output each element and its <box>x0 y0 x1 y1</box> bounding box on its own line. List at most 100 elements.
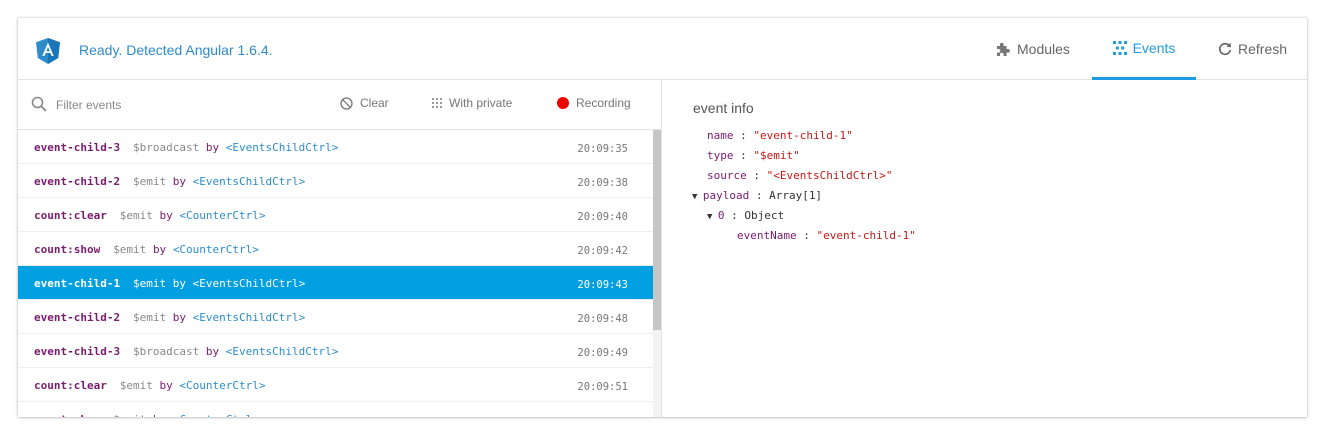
event-timestamp: 20:09:35 <box>577 143 628 155</box>
event-timestamp: 20:09:42 <box>577 245 628 257</box>
with-private-toggle[interactable]: With private <box>432 96 512 110</box>
event-target-link[interactable]: <EventsChildCtrl> <box>193 175 306 188</box>
tab-modules[interactable]: Modules <box>995 18 1070 80</box>
event-target-link[interactable]: <CounterCtrl> <box>173 413 259 417</box>
event-type: $emit <box>119 209 153 222</box>
tab-events-label: Events <box>1132 39 1176 56</box>
event-type: $broadcast <box>133 345 200 358</box>
event-by: by <box>172 175 186 188</box>
angular-logo-icon <box>36 38 60 64</box>
event-timestamp: 20:09:40 <box>577 211 628 223</box>
tab-refresh[interactable]: Refresh <box>1218 18 1287 80</box>
tab-modules-label: Modules <box>1017 41 1070 57</box>
event-detail: $emit by <EventsChildCtrl> <box>133 277 305 290</box>
event-info-panel: event info name : "event-child-1" type :… <box>662 80 1307 417</box>
events-toolbar: Clear With private Recording <box>18 80 661 130</box>
event-detail: $emit by <EventsChildCtrl> <box>133 175 305 188</box>
refresh-icon <box>1218 42 1232 56</box>
detection-status: Ready. Detected Angular 1.6.4. <box>79 42 273 58</box>
event-timestamp: 20:09:51 <box>577 381 628 393</box>
event-detail: $broadcast by <EventsChildCtrl> <box>133 141 338 154</box>
event-name: count:clear <box>34 379 107 392</box>
event-row[interactable]: count:show $emit by <CounterCtrl> <box>18 402 653 417</box>
event-detail: $emit by <EventsChildCtrl> <box>133 311 305 324</box>
event-by: by <box>172 277 186 290</box>
event-target-link[interactable]: <CounterCtrl> <box>173 243 259 256</box>
clear-button[interactable]: Clear <box>340 96 389 110</box>
event-by: by <box>152 243 167 256</box>
event-type: $emit <box>113 413 146 417</box>
devtools-panel: Ready. Detected Angular 1.6.4. Modules E… <box>18 18 1307 417</box>
event-by: by <box>153 413 166 417</box>
event-name: event-child-2 <box>34 311 121 324</box>
event-row[interactable]: event-child-3 $broadcast by <EventsChildC… <box>18 130 653 164</box>
event-list: event-child-3 $broadcast by <EventsChildC… <box>18 130 653 417</box>
event-type: $emit <box>133 311 167 324</box>
event-by: by <box>159 379 173 392</box>
event-row[interactable]: count:show $emit by <CounterCtrl> 20:09:42 <box>18 232 653 266</box>
event-name: count:clear <box>34 209 107 222</box>
event-target-link[interactable]: <CounterCtrl> <box>179 379 265 392</box>
events-list-panel: Clear With private Recording <box>18 80 662 417</box>
event-timestamp: 20:09:49 <box>577 347 628 359</box>
with-private-label: With private <box>449 96 513 110</box>
events-icon <box>1112 40 1127 55</box>
event-type: $emit <box>119 379 153 392</box>
tree-line-payload[interactable]: ▼ payload : Array[1] <box>692 188 822 204</box>
tab-events[interactable]: Events <box>1092 18 1196 80</box>
tab-refresh-label: Refresh <box>1238 41 1288 57</box>
event-target-link[interactable]: <EventsChildCtrl> <box>193 311 306 324</box>
tree-line-item-0[interactable]: ▼ 0 : Object <box>707 208 784 224</box>
event-row[interactable]: event-child-3 $broadcast by <EventsChildC… <box>18 334 653 368</box>
event-detail: $emit by <CounterCtrl> <box>113 413 259 417</box>
event-by: by <box>205 141 220 154</box>
dotted-square-icon <box>432 98 442 108</box>
event-type: $emit <box>133 175 167 188</box>
header: Ready. Detected Angular 1.6.4. Modules E… <box>18 18 1307 80</box>
event-target-link[interactable]: <CounterCtrl> <box>179 209 265 222</box>
event-name: event-child-2 <box>34 175 121 188</box>
event-target-link[interactable]: <EventsChildCtrl> <box>226 345 339 358</box>
record-dot-icon <box>557 97 569 109</box>
event-row[interactable]: event-child-2 $emit by <EventsChildCtrl> 2… <box>18 164 653 198</box>
event-timestamp: 20:09:43 <box>577 279 628 291</box>
event-detail: $emit by <CounterCtrl> <box>120 209 266 222</box>
event-row[interactable]: event-child-2 $emit by <EventsChildCtrl> 2… <box>18 300 653 334</box>
event-timestamp: 20:09:48 <box>577 313 628 325</box>
event-row[interactable]: count:clear $emit by <CounterCtrl> 20:09:4… <box>18 198 653 232</box>
event-target-link[interactable]: <EventsChildCtrl> <box>193 277 306 290</box>
recording-label: Recording <box>576 96 631 110</box>
event-row[interactable]: event-child-1 $emit by <EventsChildCtrl> 2… <box>18 266 653 300</box>
event-name: event-child-3 <box>34 345 121 358</box>
event-detail: $emit by <CounterCtrl> <box>113 243 259 256</box>
event-by: by <box>205 345 220 358</box>
event-row[interactable]: count:clear $emit by <CounterCtrl> 20:09:5… <box>18 368 653 402</box>
event-by: by <box>172 311 186 324</box>
scrollbar-thumb[interactable] <box>653 130 661 330</box>
search-icon <box>31 96 47 115</box>
filter-events-input[interactable] <box>54 95 308 115</box>
tree-line-type: type : "$emit" <box>707 149 800 162</box>
event-name: event-child-1 <box>34 277 121 290</box>
event-by: by <box>159 209 173 222</box>
event-name: count:show <box>34 413 100 417</box>
event-name: event-child-3 <box>34 141 121 154</box>
clear-label: Clear <box>360 96 389 110</box>
recording-toggle[interactable]: Recording <box>557 96 631 110</box>
event-detail: $broadcast by <EventsChildCtrl> <box>133 345 338 358</box>
event-type: $emit <box>133 277 167 290</box>
event-detail: $emit by <CounterCtrl> <box>120 379 266 392</box>
tree-line-name: name : "event-child-1" <box>707 129 853 142</box>
tree-line-source: source : "<EventsChildCtrl>" <box>707 169 893 182</box>
event-type: $broadcast <box>133 141 200 154</box>
collapse-arrow-icon[interactable]: ▼ <box>707 212 718 222</box>
puzzle-icon <box>995 41 1011 57</box>
event-target-link[interactable]: <EventsChildCtrl> <box>226 141 339 154</box>
event-name: count:show <box>34 243 101 256</box>
block-icon <box>340 96 353 110</box>
event-info-title: event info <box>693 100 754 116</box>
collapse-arrow-icon[interactable]: ▼ <box>692 192 703 202</box>
event-type: $emit <box>113 243 147 256</box>
event-timestamp: 20:09:38 <box>577 177 628 189</box>
tree-line-eventname: eventName : "event-child-1" <box>737 229 916 242</box>
